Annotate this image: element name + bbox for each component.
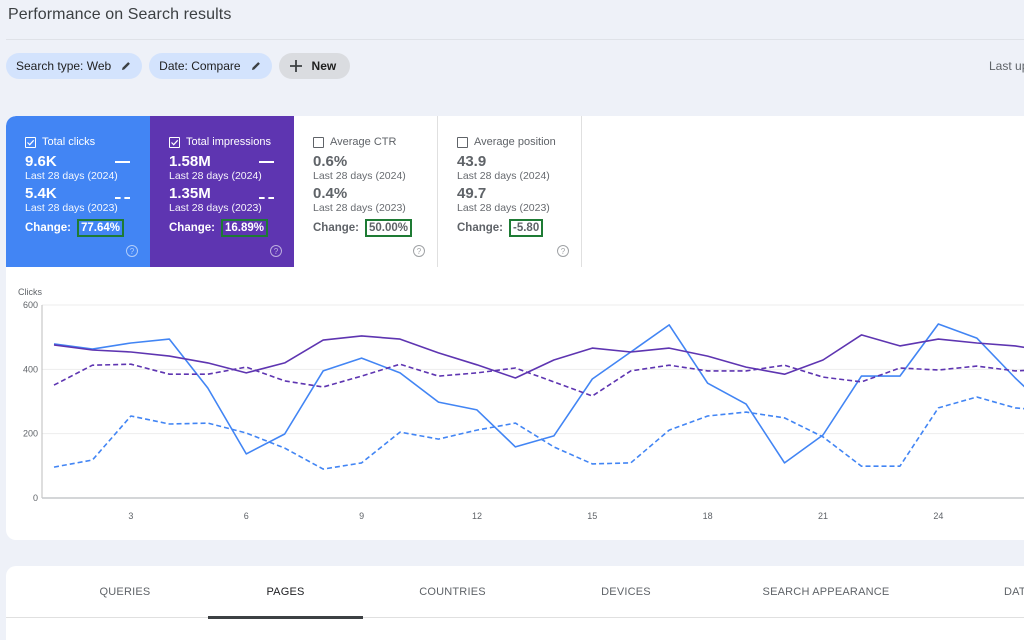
filter-chip-label: Date: Compare [159,59,241,73]
metric-cards: Total clicks 9.6K Last 28 days (2024) 5.… [6,116,582,267]
metric-period-current: Last 28 days (2024) [169,170,262,182]
metric-period-current: Last 28 days (2024) [457,170,550,182]
metric-name: Total impressions [186,136,271,148]
metric-value-current: 43.9 [457,153,487,170]
metric-period-previous: Last 28 days (2023) [313,202,406,214]
metric-value-previous: 1.35M [169,185,211,202]
metric-card-average-position[interactable]: Average position 43.9 Last 28 days (2024… [438,116,582,267]
y-axis-label: Clicks [18,287,42,297]
clicks-2023-line [53,396,1024,470]
dashed-line-legend-icon [259,197,274,199]
tab-dates[interactable]: DATES [1004,566,1024,618]
checkbox-unchecked-icon[interactable] [313,136,324,148]
metric-value-current: 0.6% [313,153,348,170]
metric-period-previous: Last 28 days (2023) [457,202,550,214]
x-tick-label: 12 [472,511,482,521]
metric-value-previous: 5.4K [25,185,57,202]
new-filter-label: New [311,59,337,73]
dashed-line-legend-icon [115,197,130,199]
performance-chart: 0 200 400 600 3 6 9 12 15 18 21 24 Clicks [6,276,1024,526]
filter-chip-search-type[interactable]: Search type: Web [6,53,143,79]
x-tick-label: 9 [359,511,364,521]
tab-queries[interactable]: QUERIES [66,566,184,618]
help-icon[interactable]: ? [126,245,138,257]
change-label: Change: [25,222,71,234]
metric-name: Average position [474,136,556,148]
checkbox-unchecked-icon[interactable] [457,136,468,148]
solid-line-legend-icon [115,161,130,163]
x-axis-ticks: 3 6 9 12 15 18 21 24 [128,511,943,521]
metric-value-current: 1.58M [169,153,211,170]
metric-card-total-impressions[interactable]: Total impressions 1.58M Last 28 days (20… [150,116,294,267]
metric-value-previous: 0.4% [313,185,348,202]
filter-chip-date[interactable]: Date: Compare [149,53,272,79]
x-tick-label: 21 [818,511,828,521]
y-tick-label: 400 [23,364,38,374]
y-tick-label: 600 [23,300,38,310]
checkbox-checked-icon[interactable] [169,136,180,148]
y-axis-ticks: 0 200 400 600 [23,300,38,503]
x-tick-label: 15 [587,511,597,521]
change-label: Change: [457,222,503,234]
checkbox-checked-icon[interactable] [25,136,36,148]
tab-devices[interactable]: DEVICES [566,566,686,618]
metric-name: Average CTR [330,136,397,148]
plus-icon [289,60,302,72]
tab-pages[interactable]: PAGES [208,566,363,619]
solid-line-legend-icon [259,161,274,163]
x-tick-label: 24 [933,511,943,521]
y-tick-label: 200 [23,429,38,439]
tab-search-appearance[interactable]: SEARCH APPEARANCE [746,566,906,618]
chart-series [53,323,1024,470]
metric-value-previous: 49.7 [457,185,487,202]
help-icon[interactable]: ? [270,245,282,257]
help-icon[interactable]: ? [557,245,569,257]
dimension-tabs: QUERIES PAGES COUNTRIES DEVICES SEARCH A… [6,566,1024,619]
x-tick-label: 3 [128,511,133,521]
metric-period-previous: Last 28 days (2023) [169,202,262,214]
metric-card-average-ctr[interactable]: Average CTR 0.6% Last 28 days (2024) 0.4… [294,116,438,267]
pencil-icon [122,62,131,70]
x-tick-label: 6 [244,511,249,521]
page-title: Performance on Search results [8,6,232,23]
line-chart: 0 200 400 600 3 6 9 12 15 18 21 24 Clicks [18,287,1024,521]
help-icon[interactable]: ? [413,245,425,257]
metric-value-current: 9.6K [25,153,57,170]
tab-countries[interactable]: COUNTRIES [386,566,519,618]
filter-bar: Search type: Web Date: Compare New [6,53,351,79]
metric-period-current: Last 28 days (2024) [313,170,406,182]
change-value: 16.89% [221,219,269,237]
header-divider [6,39,1024,40]
change-label: Change: [169,222,215,234]
change-value: 77.64% [77,219,125,237]
change-value: -5.80 [509,219,544,237]
chart-grid [41,304,1024,499]
change-value: 50.00% [365,219,413,237]
dimension-tabs-panel: QUERIES PAGES COUNTRIES DEVICES SEARCH A… [6,566,1024,640]
metric-name: Total clicks [42,136,96,148]
clicks-2024-line [53,323,1024,464]
change-label: Change: [313,222,359,234]
filter-chip-label: Search type: Web [16,59,112,73]
x-tick-label: 18 [703,511,713,521]
metric-period-current: Last 28 days (2024) [25,170,118,182]
performance-panel: Total clicks 9.6K Last 28 days (2024) 5.… [6,116,1024,540]
impressions-2024-line [53,334,1024,379]
metric-period-previous: Last 28 days (2023) [25,202,118,214]
last-updated-text: Last up [989,59,1024,73]
y-tick-label: 0 [33,493,38,503]
new-filter-button[interactable]: New [278,53,351,79]
pencil-icon [251,62,260,70]
metric-card-total-clicks[interactable]: Total clicks 9.6K Last 28 days (2024) 5.… [6,116,150,267]
